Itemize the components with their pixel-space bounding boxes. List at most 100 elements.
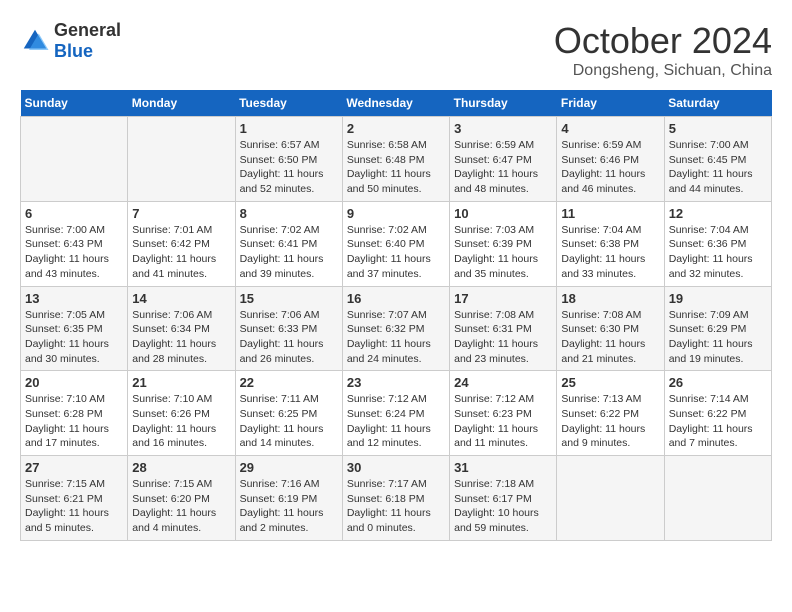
- day-cell: 8 Sunrise: 7:02 AMSunset: 6:41 PMDaylight…: [235, 201, 342, 286]
- day-number: 5: [669, 121, 767, 136]
- day-number: 31: [454, 460, 552, 475]
- day-cell: 3 Sunrise: 6:59 AMSunset: 6:47 PMDaylight…: [450, 117, 557, 202]
- day-number: 24: [454, 375, 552, 390]
- day-info: Sunrise: 7:08 AMSunset: 6:30 PMDaylight:…: [561, 308, 659, 367]
- day-info: Sunrise: 7:07 AMSunset: 6:32 PMDaylight:…: [347, 308, 445, 367]
- day-number: 11: [561, 206, 659, 221]
- day-cell: 17Sunrise: 7:08 AMSunset: 6:31 PMDayligh…: [450, 286, 557, 371]
- day-number: 8: [240, 206, 338, 221]
- day-info: Sunrise: 7:17 AMSunset: 6:18 PMDaylight:…: [347, 477, 445, 536]
- day-info: Sunrise: 7:15 AMSunset: 6:20 PMDaylight:…: [132, 477, 230, 536]
- day-number: 15: [240, 291, 338, 306]
- day-number: 9: [347, 206, 445, 221]
- day-info: Sunrise: 7:06 AMSunset: 6:33 PMDaylight:…: [240, 308, 338, 367]
- logo-icon: [20, 26, 50, 56]
- header-thursday: Thursday: [450, 90, 557, 117]
- day-info: Sunrise: 7:03 AMSunset: 6:39 PMDaylight:…: [454, 223, 552, 282]
- day-number: 17: [454, 291, 552, 306]
- day-info: Sunrise: 6:59 AMSunset: 6:46 PMDaylight:…: [561, 138, 659, 197]
- day-number: 22: [240, 375, 338, 390]
- day-number: 21: [132, 375, 230, 390]
- week-row-5: 27 Sunrise: 7:15 AMSunset: 6:21 PMDayligh…: [21, 456, 772, 541]
- title-area: October 2024 Dongsheng, Sichuan, China: [554, 20, 772, 80]
- day-cell: [21, 117, 128, 202]
- day-number: 13: [25, 291, 123, 306]
- day-cell: 25 Sunrise: 7:13 AMSunset: 6:22 PMDayligh…: [557, 371, 664, 456]
- day-info: Sunrise: 7:02 AMSunset: 6:40 PMDaylight:…: [347, 223, 445, 282]
- day-info: Sunrise: 7:06 AMSunset: 6:34 PMDaylight:…: [132, 308, 230, 367]
- day-info: Sunrise: 7:00 AMSunset: 6:43 PMDaylight:…: [25, 223, 123, 282]
- day-cell: 9 Sunrise: 7:02 AMSunset: 6:40 PMDaylight…: [342, 201, 449, 286]
- day-info: Sunrise: 6:59 AMSunset: 6:47 PMDaylight:…: [454, 138, 552, 197]
- day-info: Sunrise: 7:05 AMSunset: 6:35 PMDaylight:…: [25, 308, 123, 367]
- header: General Blue October 2024 Dongsheng, Sic…: [20, 20, 772, 80]
- day-cell: 14 Sunrise: 7:06 AMSunset: 6:34 PMDayligh…: [128, 286, 235, 371]
- day-number: 18: [561, 291, 659, 306]
- day-info: Sunrise: 7:11 AMSunset: 6:25 PMDaylight:…: [240, 392, 338, 451]
- day-cell: 24 Sunrise: 7:12 AMSunset: 6:23 PMDayligh…: [450, 371, 557, 456]
- day-number: 4: [561, 121, 659, 136]
- day-cell: 23Sunrise: 7:12 AMSunset: 6:24 PMDayligh…: [342, 371, 449, 456]
- header-friday: Friday: [557, 90, 664, 117]
- logo: General Blue: [20, 20, 121, 62]
- day-cell: 2 Sunrise: 6:58 AMSunset: 6:48 PMDaylight…: [342, 117, 449, 202]
- header-monday: Monday: [128, 90, 235, 117]
- day-cell: 10 Sunrise: 7:03 AMSunset: 6:39 PMDayligh…: [450, 201, 557, 286]
- day-number: 7: [132, 206, 230, 221]
- logo-general-text: General: [54, 20, 121, 40]
- day-number: 27: [25, 460, 123, 475]
- day-number: 3: [454, 121, 552, 136]
- day-cell: 5 Sunrise: 7:00 AMSunset: 6:45 PMDaylight…: [664, 117, 771, 202]
- day-cell: 11 Sunrise: 7:04 AMSunset: 6:38 PMDayligh…: [557, 201, 664, 286]
- day-info: Sunrise: 7:04 AMSunset: 6:36 PMDaylight:…: [669, 223, 767, 282]
- header-wednesday: Wednesday: [342, 90, 449, 117]
- day-number: 6: [25, 206, 123, 221]
- day-cell: 20Sunrise: 7:10 AMSunset: 6:28 PMDayligh…: [21, 371, 128, 456]
- day-info: Sunrise: 6:57 AMSunset: 6:50 PMDaylight:…: [240, 138, 338, 197]
- day-number: 28: [132, 460, 230, 475]
- logo-blue-text: Blue: [54, 41, 93, 61]
- calendar-table: SundayMondayTuesdayWednesdayThursdayFrid…: [20, 90, 772, 541]
- day-info: Sunrise: 7:13 AMSunset: 6:22 PMDaylight:…: [561, 392, 659, 451]
- day-number: 10: [454, 206, 552, 221]
- day-number: 2: [347, 121, 445, 136]
- day-cell: 28 Sunrise: 7:15 AMSunset: 6:20 PMDayligh…: [128, 456, 235, 541]
- day-info: Sunrise: 7:18 AMSunset: 6:17 PMDaylight:…: [454, 477, 552, 536]
- day-number: 14: [132, 291, 230, 306]
- header-saturday: Saturday: [664, 90, 771, 117]
- day-info: Sunrise: 7:10 AMSunset: 6:26 PMDaylight:…: [132, 392, 230, 451]
- day-number: 25: [561, 375, 659, 390]
- day-number: 26: [669, 375, 767, 390]
- day-number: 19: [669, 291, 767, 306]
- header-tuesday: Tuesday: [235, 90, 342, 117]
- location-title: Dongsheng, Sichuan, China: [554, 62, 772, 80]
- day-cell: [128, 117, 235, 202]
- week-row-3: 13 Sunrise: 7:05 AMSunset: 6:35 PMDayligh…: [21, 286, 772, 371]
- day-info: Sunrise: 7:01 AMSunset: 6:42 PMDaylight:…: [132, 223, 230, 282]
- day-info: Sunrise: 7:09 AMSunset: 6:29 PMDaylight:…: [669, 308, 767, 367]
- day-cell: 13 Sunrise: 7:05 AMSunset: 6:35 PMDayligh…: [21, 286, 128, 371]
- day-info: Sunrise: 7:02 AMSunset: 6:41 PMDaylight:…: [240, 223, 338, 282]
- day-cell: 26 Sunrise: 7:14 AMSunset: 6:22 PMDayligh…: [664, 371, 771, 456]
- day-cell: [557, 456, 664, 541]
- day-cell: 4 Sunrise: 6:59 AMSunset: 6:46 PMDaylight…: [557, 117, 664, 202]
- day-number: 30: [347, 460, 445, 475]
- day-cell: 12Sunrise: 7:04 AMSunset: 6:36 PMDayligh…: [664, 201, 771, 286]
- day-info: Sunrise: 7:00 AMSunset: 6:45 PMDaylight:…: [669, 138, 767, 197]
- week-row-2: 6 Sunrise: 7:00 AMSunset: 6:43 PMDaylight…: [21, 201, 772, 286]
- days-header-row: SundayMondayTuesdayWednesdayThursdayFrid…: [21, 90, 772, 117]
- week-row-1: 1Sunrise: 6:57 AMSunset: 6:50 PMDaylight…: [21, 117, 772, 202]
- day-info: Sunrise: 7:16 AMSunset: 6:19 PMDaylight:…: [240, 477, 338, 536]
- day-cell: 18 Sunrise: 7:08 AMSunset: 6:30 PMDayligh…: [557, 286, 664, 371]
- day-cell: 7 Sunrise: 7:01 AMSunset: 6:42 PMDaylight…: [128, 201, 235, 286]
- day-info: Sunrise: 7:12 AMSunset: 6:23 PMDaylight:…: [454, 392, 552, 451]
- day-info: Sunrise: 7:14 AMSunset: 6:22 PMDaylight:…: [669, 392, 767, 451]
- day-cell: 1Sunrise: 6:57 AMSunset: 6:50 PMDaylight…: [235, 117, 342, 202]
- day-cell: 31 Sunrise: 7:18 AMSunset: 6:17 PMDayligh…: [450, 456, 557, 541]
- month-title: October 2024: [554, 20, 772, 62]
- day-info: Sunrise: 7:10 AMSunset: 6:28 PMDaylight:…: [25, 392, 123, 451]
- day-info: Sunrise: 7:12 AMSunset: 6:24 PMDaylight:…: [347, 392, 445, 451]
- day-info: Sunrise: 6:58 AMSunset: 6:48 PMDaylight:…: [347, 138, 445, 197]
- day-info: Sunrise: 7:04 AMSunset: 6:38 PMDaylight:…: [561, 223, 659, 282]
- day-info: Sunrise: 7:15 AMSunset: 6:21 PMDaylight:…: [25, 477, 123, 536]
